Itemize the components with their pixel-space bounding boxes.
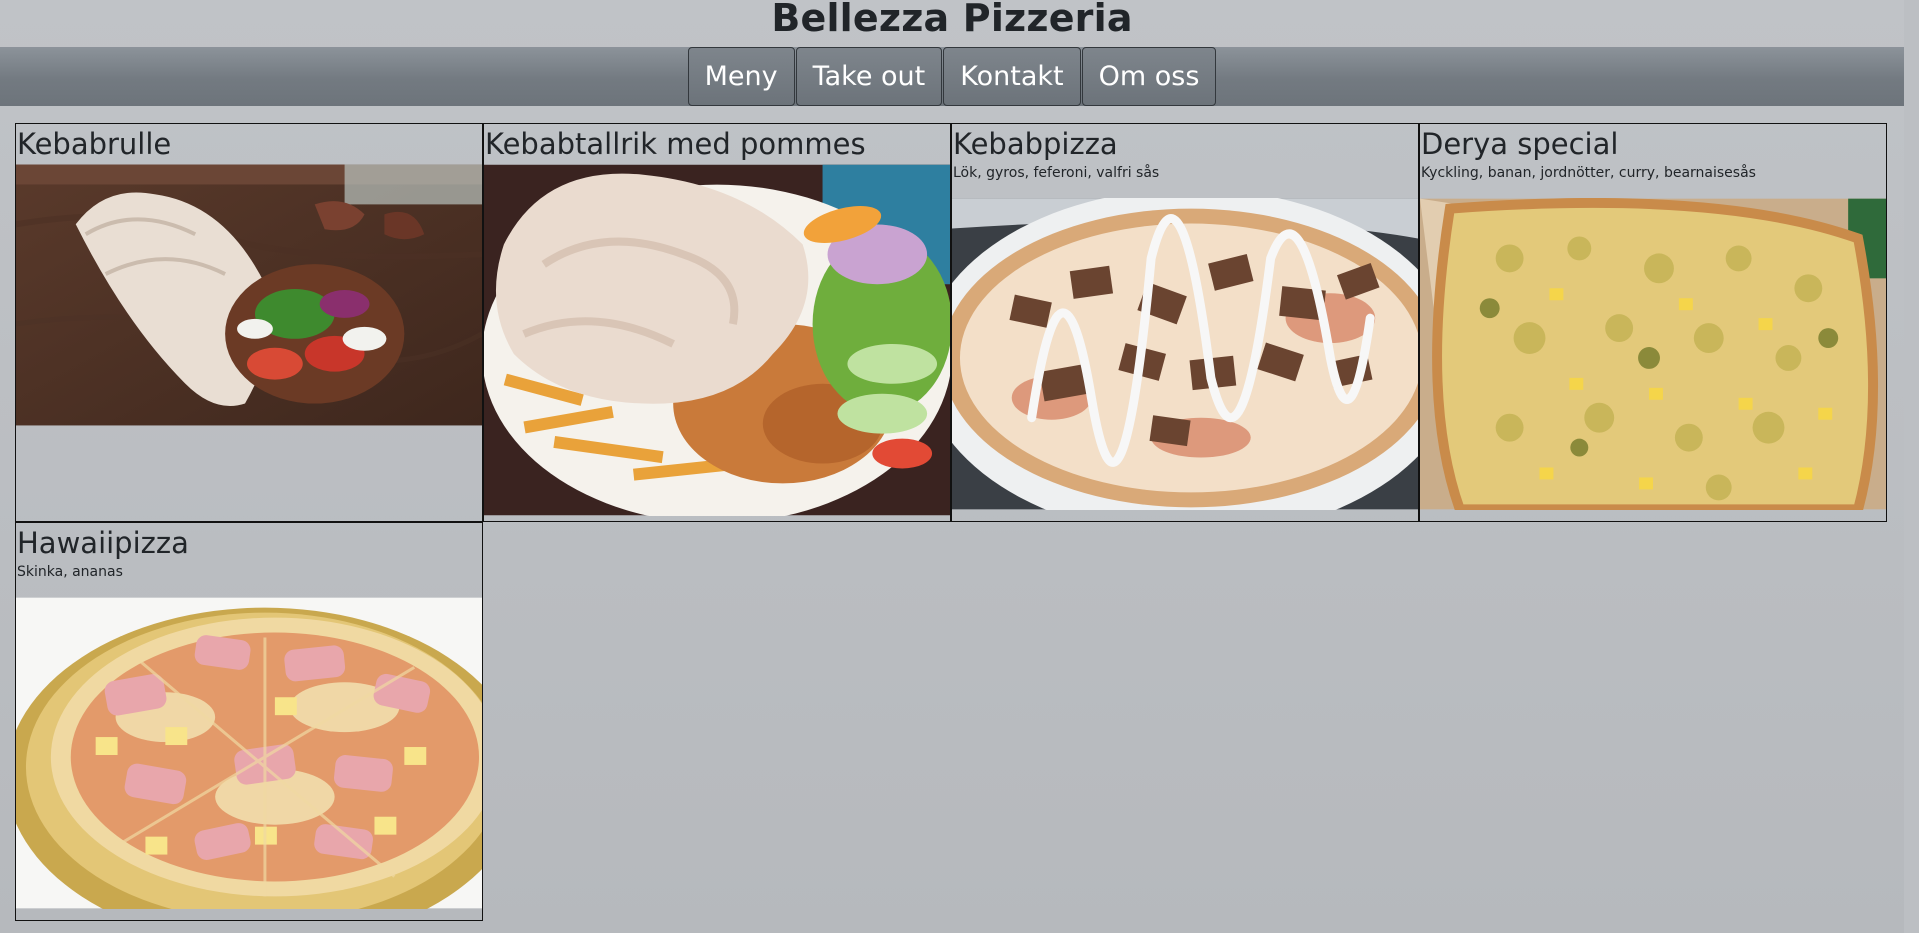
menu-grid: Kebabrulle Kebabtallrik med pommes Kebab… — [15, 123, 1887, 921]
main-nav: Meny Take out Kontakt Om oss — [0, 47, 1904, 106]
hawaii-pizza-photo — [16, 597, 482, 909]
menu-card-description: Lök, gyros, feferoni, valfri sås — [953, 165, 1160, 181]
kebab-wrap-photo — [16, 164, 482, 426]
menu-card-title: Kebabtallrik med pommes — [485, 127, 866, 161]
nav-button-take-out[interactable]: Take out — [795, 47, 943, 106]
menu-card-description: Kyckling, banan, jordnötter, curry, bear… — [1421, 165, 1756, 181]
menu-card-title: Hawaiipizza — [17, 526, 189, 560]
menu-card-kebabpizza[interactable]: Kebabpizza Lök, gyros, feferoni, valfri … — [951, 123, 1419, 522]
nav-button-meny[interactable]: Meny — [687, 47, 795, 106]
menu-card-hawaiipizza[interactable]: Hawaiipizza Skinka, ananas — [15, 522, 483, 921]
kebab-plate-photo — [484, 164, 950, 516]
menu-card-title: Kebabpizza — [953, 127, 1118, 161]
kebab-pizza-photo — [952, 198, 1418, 510]
menu-card-kebabtallrik[interactable]: Kebabtallrik med pommes — [483, 123, 951, 522]
menu-card-title: Kebabrulle — [17, 127, 172, 161]
menu-card-title: Derya special — [1421, 127, 1619, 161]
menu-card-description: Skinka, ananas — [17, 564, 123, 580]
page: Bellezza Pizzeria Meny Take out Kontakt … — [0, 0, 1904, 933]
menu-card-kebabrulle[interactable]: Kebabrulle — [15, 123, 483, 522]
derya-pizza-photo — [1420, 198, 1886, 510]
site-title: Bellezza Pizzeria — [771, 0, 1133, 40]
nav-button-kontakt[interactable]: Kontakt — [943, 47, 1081, 106]
nav-button-om-oss[interactable]: Om oss — [1081, 47, 1217, 106]
menu-card-derya-special[interactable]: Derya special Kyckling, banan, jordnötte… — [1419, 123, 1887, 522]
